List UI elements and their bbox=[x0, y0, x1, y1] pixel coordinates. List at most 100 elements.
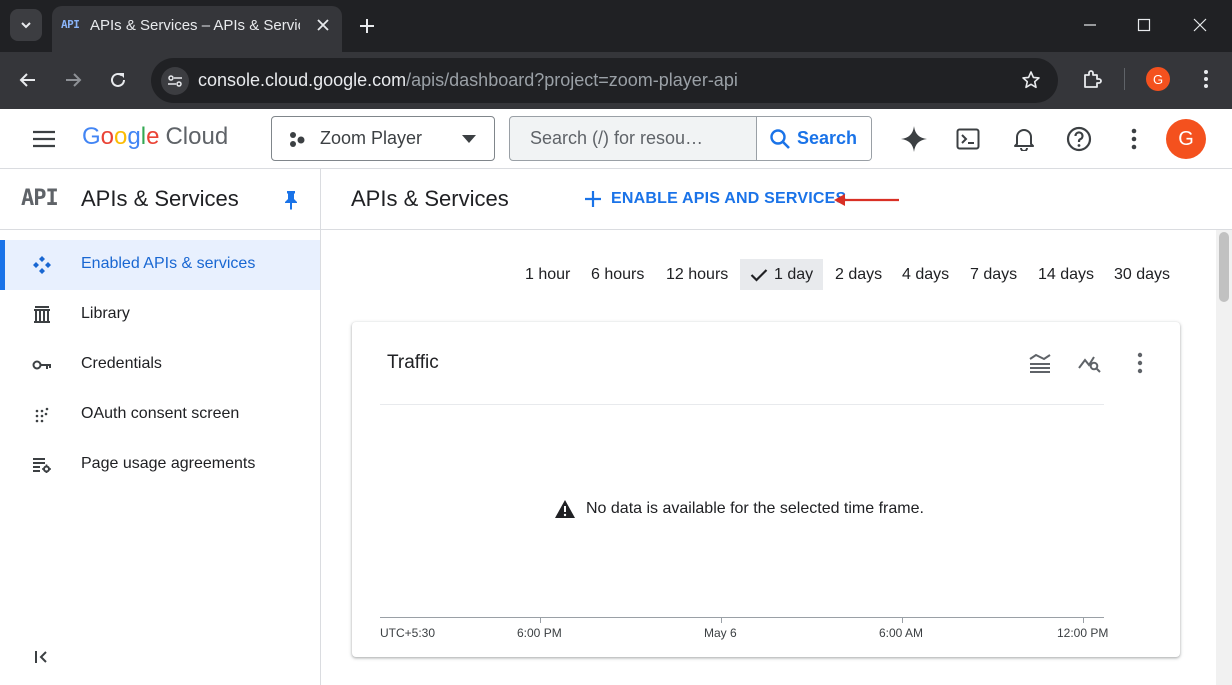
range-1-hour[interactable]: 1 hour bbox=[515, 259, 580, 290]
sidebar-item-label: Page usage agreements bbox=[81, 455, 256, 472]
main-menu-icon[interactable] bbox=[28, 125, 60, 153]
search-bar[interactable]: Search bbox=[509, 116, 872, 161]
extensions-icon[interactable] bbox=[1079, 66, 1105, 92]
plus-icon bbox=[360, 19, 374, 33]
notifications-bell-icon[interactable] bbox=[1008, 123, 1040, 155]
explore-chart-icon[interactable] bbox=[1077, 350, 1103, 376]
range-label: 1 hour bbox=[525, 265, 571, 283]
range-1-day[interactable]: 1 day bbox=[740, 259, 824, 290]
legend-toggle-icon[interactable] bbox=[1027, 350, 1053, 376]
range-30-days[interactable]: 30 days bbox=[1104, 259, 1180, 290]
x-axis-label: May 6 bbox=[704, 626, 737, 640]
sidebar-item-label: Library bbox=[81, 305, 130, 322]
x-axis-label: 12:00 PM bbox=[1057, 626, 1109, 640]
reload-button[interactable] bbox=[104, 66, 132, 94]
x-axis-label: 6:00 AM bbox=[879, 626, 924, 640]
browser-profile-avatar[interactable]: G bbox=[1146, 67, 1170, 91]
range-label: 7 days bbox=[970, 265, 1018, 283]
enabled-apis-icon bbox=[30, 253, 54, 277]
library-icon bbox=[30, 303, 54, 327]
sidebar-item-credentials[interactable]: Credentials bbox=[0, 340, 320, 390]
sidebar-header: API APIs & Services bbox=[0, 169, 320, 230]
cloud-shell-icon[interactable] bbox=[952, 123, 984, 155]
logo-google: Google bbox=[82, 123, 160, 150]
arrow-left-icon bbox=[19, 73, 35, 87]
x-axis-label: UTC+5:30 bbox=[380, 626, 436, 640]
scrollbar-thumb[interactable] bbox=[1219, 232, 1229, 302]
minimize-icon bbox=[1084, 24, 1096, 26]
close-window-button[interactable] bbox=[1187, 12, 1213, 38]
minimize-button[interactable] bbox=[1077, 12, 1103, 38]
range-12-hours[interactable]: 12 hours bbox=[656, 259, 738, 290]
warning-icon bbox=[555, 500, 575, 518]
sidebar-item-oauth[interactable]: OAuth consent screen bbox=[0, 390, 320, 440]
sidebar-item-page-usage[interactable]: Page usage agreements bbox=[0, 440, 320, 490]
project-picker[interactable]: Zoom Player bbox=[271, 116, 495, 161]
tab-title: APIs & Services – APIs & Services bbox=[90, 17, 300, 34]
forward-button[interactable] bbox=[59, 66, 87, 94]
gemini-sparkle-icon[interactable] bbox=[898, 123, 930, 155]
range-label: 12 hours bbox=[666, 265, 729, 283]
sidebar-item-library[interactable]: Library bbox=[0, 290, 320, 340]
card-title: Traffic bbox=[387, 352, 439, 373]
sidebar: API APIs & Services Enabled APIs & servi… bbox=[0, 169, 321, 685]
browser-titlebar: API APIs & Services – APIs & Services bbox=[0, 0, 1232, 52]
address-bar[interactable]: console.cloud.google.com/apis/dashboard?… bbox=[151, 58, 1058, 103]
empty-state-message: No data is available for the selected ti… bbox=[586, 500, 924, 517]
console-header: GoogleCloud Zoom Player Search G bbox=[0, 109, 1232, 169]
sidebar-item-label: Enabled APIs & services bbox=[81, 255, 256, 272]
range-label: 1 day bbox=[774, 265, 814, 283]
url-path: /apis/dashboard?project=zoom-player-api bbox=[406, 70, 738, 90]
url-text[interactable]: console.cloud.google.com/apis/dashboard?… bbox=[198, 70, 738, 91]
browser-tab[interactable]: API APIs & Services – APIs & Services bbox=[52, 6, 342, 52]
collapse-sidebar-icon[interactable] bbox=[30, 645, 54, 669]
x-axis-tick bbox=[902, 617, 903, 623]
google-cloud-logo[interactable]: Google Cloud bbox=[82, 123, 228, 151]
arrow-right-icon bbox=[66, 73, 82, 87]
page-header: APIs & Services ENABLE APIS AND SERVICES bbox=[321, 169, 1232, 230]
close-tab-icon[interactable] bbox=[314, 16, 332, 34]
range-label: 2 days bbox=[835, 265, 883, 283]
new-tab-button[interactable] bbox=[355, 14, 379, 38]
sidebar-item-label: Credentials bbox=[81, 355, 162, 372]
range-6-hours[interactable]: 6 hours bbox=[581, 259, 654, 290]
sidebar-item-enabled-apis[interactable]: Enabled APIs & services bbox=[0, 240, 320, 290]
search-icon bbox=[770, 128, 790, 149]
page-title: APIs & Services bbox=[351, 186, 509, 211]
sidebar-item-label: OAuth consent screen bbox=[81, 405, 240, 422]
x-axis-label: 6:00 PM bbox=[517, 626, 562, 640]
traffic-card: Traffic No data is available for the sel… bbox=[352, 322, 1180, 657]
range-4-days[interactable]: 4 days bbox=[892, 259, 959, 290]
project-icon bbox=[290, 132, 305, 147]
range-label: 14 days bbox=[1038, 265, 1095, 283]
x-axis-tick bbox=[721, 617, 722, 623]
search-button-label: Search bbox=[797, 128, 858, 148]
range-label: 30 days bbox=[1114, 265, 1171, 283]
search-button[interactable]: Search bbox=[756, 117, 871, 160]
enable-apis-button[interactable]: ENABLE APIS AND SERVICES bbox=[583, 185, 846, 213]
enable-apis-label: ENABLE APIS AND SERVICES bbox=[611, 190, 847, 207]
card-more-options-icon[interactable] bbox=[1127, 350, 1153, 376]
range-2-days[interactable]: 2 days bbox=[825, 259, 892, 290]
api-favicon-icon: API bbox=[61, 18, 80, 31]
back-button[interactable] bbox=[14, 66, 42, 94]
maximize-button[interactable] bbox=[1131, 12, 1157, 38]
browser-menu-icon[interactable] bbox=[1193, 66, 1219, 92]
close-icon bbox=[1193, 18, 1207, 32]
empty-state: No data is available for the selected ti… bbox=[554, 499, 924, 519]
account-avatar[interactable]: G bbox=[1166, 119, 1206, 159]
range-14-days[interactable]: 14 days bbox=[1028, 259, 1104, 290]
browser-toolbar: console.cloud.google.com/apis/dashboard?… bbox=[0, 52, 1232, 109]
caret-down-icon bbox=[462, 135, 476, 143]
help-icon[interactable] bbox=[1063, 123, 1095, 155]
tab-search-button[interactable] bbox=[10, 9, 42, 41]
bookmark-star-icon[interactable] bbox=[1020, 69, 1042, 91]
x-axis-tick bbox=[540, 617, 541, 623]
more-options-icon[interactable] bbox=[1118, 123, 1150, 155]
site-info-icon[interactable] bbox=[161, 67, 189, 95]
search-input[interactable] bbox=[510, 117, 756, 160]
range-7-days[interactable]: 7 days bbox=[960, 259, 1027, 290]
api-logo-icon: API bbox=[21, 186, 59, 211]
pin-icon[interactable] bbox=[280, 189, 302, 211]
sidebar-title: APIs & Services bbox=[81, 186, 239, 211]
